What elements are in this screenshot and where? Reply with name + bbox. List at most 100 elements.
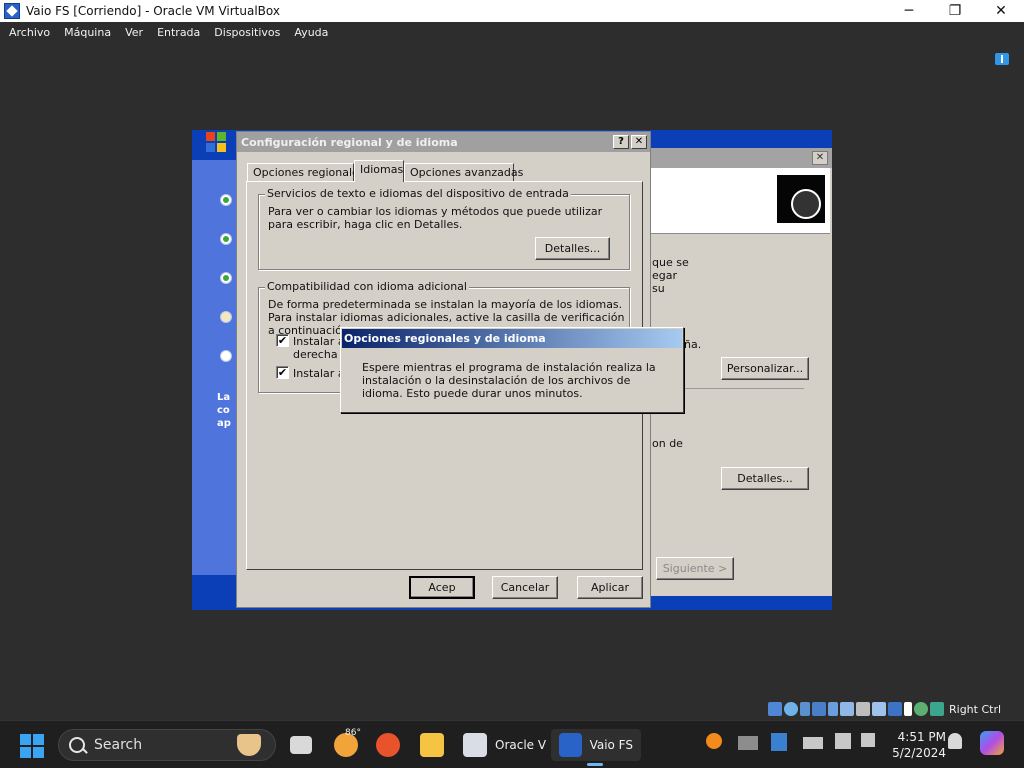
taskbar-app-vaio[interactable]: Vaio FS <box>551 729 641 761</box>
setup-text-line: egar <box>652 269 678 282</box>
optical-drive-icon[interactable] <box>784 702 798 716</box>
tab-opciones-avanzadas[interactable]: Opciones avanzadas <box>404 163 523 182</box>
host-titlebar: Vaio FS [Corriendo] - Oracle VM VirtualB… <box>0 0 1024 22</box>
apply-button[interactable]: Aplicar <box>577 576 643 599</box>
clock-time: 4:51 PM <box>897 730 946 744</box>
audio-icon[interactable] <box>800 702 810 716</box>
task-view-icon <box>290 736 312 754</box>
menu-maquina[interactable]: Máquina <box>57 26 118 39</box>
tab-opciones-regionales[interactable]: Opciones regionales <box>247 163 365 182</box>
taskbar-app-oracle[interactable]: Oracle V <box>463 729 546 761</box>
keyboard-icon[interactable] <box>803 737 823 749</box>
setup-text-tail: ña. <box>684 338 702 351</box>
search-highlight-icon <box>237 734 261 756</box>
taskbar-app-label: Oracle V <box>495 738 547 752</box>
taskbar-app-label: Vaio FS <box>589 738 633 752</box>
firefox-button[interactable] <box>376 729 400 761</box>
step-pending-bullet-icon <box>220 350 232 362</box>
shared-folder-icon[interactable] <box>840 702 854 716</box>
regional-dialog-titlebar: Configuración regional y de idioma <box>237 132 650 152</box>
guest-additions-icon[interactable] <box>914 702 928 716</box>
windows-start-icon[interactable] <box>20 734 44 758</box>
host-window-title: Vaio FS [Corriendo] - Oracle VM VirtualB… <box>26 4 280 18</box>
recording-icon[interactable] <box>872 702 886 716</box>
vm-status-bar: Right Ctrl <box>768 700 1001 718</box>
vm-xp-icon <box>559 733 582 757</box>
text-services-description: Para ver o cambiar los idiomas y métodos… <box>268 205 603 231</box>
network-icon[interactable] <box>812 702 826 716</box>
tab-idiomas[interactable]: Idiomas <box>354 160 404 182</box>
menu-ayuda[interactable]: Ayuda <box>287 26 335 39</box>
menu-ver[interactable]: Ver <box>118 26 150 39</box>
help-icon[interactable]: ? <box>613 135 629 149</box>
step-complete-bullet-icon <box>220 233 232 245</box>
setup-text-line: su <box>652 282 665 295</box>
keyboard-capture-icon[interactable] <box>930 702 944 716</box>
minimize-button[interactable]: ─ <box>886 0 932 22</box>
additional-language-legend: Compatibilidad con idioma adicional <box>265 280 469 293</box>
search-orange-icon[interactable] <box>706 733 722 749</box>
host-menubar: Archivo Máquina Ver Entrada Dispositivos… <box>0 22 1024 42</box>
windows-taskbar: Search 86° Oracle V Vaio FS 4:51 PM 5/2/… <box>0 720 1024 768</box>
speaker-muted-icon[interactable] <box>861 733 875 747</box>
setup-text-tail: on de <box>652 437 683 450</box>
cancel-button[interactable]: Cancelar <box>492 576 558 599</box>
cpu-icon[interactable] <box>904 702 912 716</box>
message-dialog-title: Opciones regionales y de idioma <box>344 332 546 345</box>
details-button[interactable]: Detalles... <box>535 237 610 260</box>
display-settings-icon[interactable] <box>835 733 851 749</box>
step-pending-bullet-icon <box>220 311 232 323</box>
regional-dialog-title: Configuración regional y de idioma <box>241 135 458 149</box>
file-explorer-button[interactable] <box>420 729 444 761</box>
notification-flag-icon[interactable] <box>995 53 1009 65</box>
taskbar-search[interactable]: Search <box>58 729 276 761</box>
side-panel-text: ap <box>217 418 231 429</box>
setup-text-line: que se <box>652 256 689 269</box>
virtualization-icon[interactable] <box>888 702 902 716</box>
copilot-icon[interactable] <box>980 731 1004 755</box>
step-complete-bullet-icon <box>220 272 232 284</box>
install-complex-script-checkbox[interactable]: ✔ <box>276 334 289 347</box>
dialog-close-icon[interactable]: ✕ <box>631 135 647 149</box>
step-complete-bullet-icon <box>220 194 232 206</box>
taskbar-clock[interactable]: 4:51 PM 5/2/2024 <box>886 729 946 761</box>
close-button[interactable]: ✕ <box>978 0 1024 22</box>
task-view-button[interactable] <box>290 729 312 761</box>
setup-details-button[interactable]: Detalles... <box>721 467 809 490</box>
text-services-group: Servicios de texto e idiomas del disposi… <box>258 187 630 270</box>
host-key-label: Right Ctrl <box>949 702 1002 716</box>
install-east-asian-checkbox[interactable]: ✔ <box>276 366 289 379</box>
virtualbox-icon <box>463 733 487 757</box>
setup-separator <box>672 388 804 389</box>
message-dialog-titlebar: Opciones regionales y de idioma <box>342 329 682 348</box>
side-panel-text: co <box>217 405 230 416</box>
hard-disk-icon[interactable] <box>768 702 782 716</box>
maximize-button[interactable]: ❐ <box>932 0 978 22</box>
display-icon[interactable] <box>856 702 870 716</box>
setup-side-panel <box>192 160 238 575</box>
windows-xp-logo-icon <box>206 132 228 154</box>
menu-archivo[interactable]: Archivo <box>0 26 57 39</box>
virtualbox-app-icon <box>4 3 20 19</box>
ok-button[interactable]: Acep <box>409 576 475 599</box>
text-services-legend: Servicios de texto e idiomas del disposi… <box>265 187 571 200</box>
active-app-indicator <box>587 763 603 766</box>
menu-dispositivos[interactable]: Dispositivos <box>207 26 287 39</box>
personalize-button[interactable]: Personalizar... <box>721 357 809 380</box>
installing-message-dialog: Opciones regionales y de idioma Espere m… <box>340 327 684 413</box>
cd-setup-icon <box>776 174 826 224</box>
clock-date: 5/2/2024 <box>892 746 946 760</box>
security-shield-icon[interactable] <box>771 733 787 751</box>
usb-icon[interactable] <box>828 702 838 716</box>
cloud-offline-icon[interactable] <box>738 736 758 750</box>
menu-entrada[interactable]: Entrada <box>150 26 207 39</box>
weather-temperature: 86° <box>345 728 361 738</box>
folder-icon <box>420 733 444 757</box>
notification-bell-icon[interactable] <box>948 733 962 749</box>
next-button[interactable]: Siguiente > <box>656 557 734 580</box>
firefox-icon <box>376 733 400 757</box>
host-window-controls: ─ ❐ ✕ <box>886 0 1024 22</box>
setup-close-icon[interactable]: ✕ <box>812 151 828 165</box>
search-icon <box>69 737 85 753</box>
message-dialog-text: Espere mientras el programa de instalaci… <box>362 361 656 400</box>
